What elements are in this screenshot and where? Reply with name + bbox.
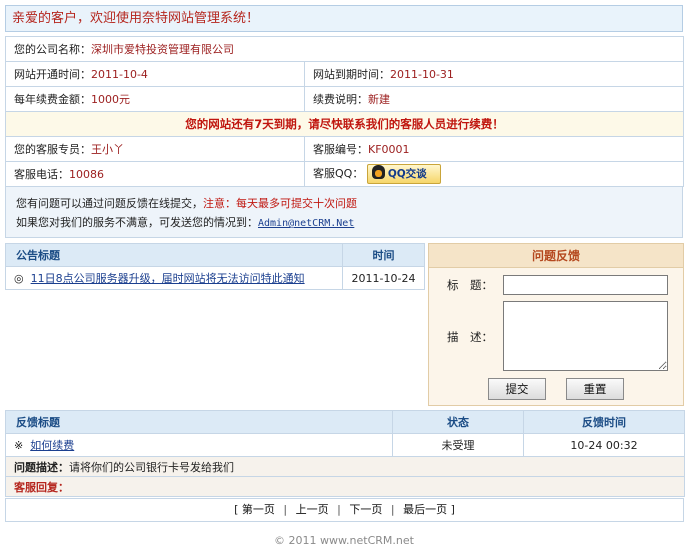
feedback-desc-label: 描 述： [447,330,493,344]
notice-prefix: 您有问题可以通过问题反馈在线提交， [16,197,203,210]
feedback-title-input[interactable] [503,275,668,295]
open-date-label: 网站开通时间： [14,68,91,81]
welcome-banner: 亲爱的客户，欢迎使用奈特网站管理系统！ [5,5,683,32]
qq-label: 客服QQ： [313,167,364,180]
feedback-status: 未受理 [392,433,524,457]
copyright: © 2011 www.netCRM.net [274,534,414,547]
announcement-time-header: 时间 [342,243,425,267]
pager-separator: | [390,503,395,516]
feedback-form-panel: 问题反馈 标 题： 描 述： 提交 重置 [428,243,684,406]
next-page-link[interactable]: 下一页 [349,503,382,516]
renew-value: 新建 [368,93,390,106]
phone-label: 客服电话： [14,168,69,181]
feedback-title-header: 反馈标题 [5,410,393,434]
bullet-icon: ◎ [14,272,24,285]
notice-line-2: 如果您对我们的服务不满意，可发送您的情况到：Admin@netCRM.Net [16,213,672,233]
expire-notice-row: 您的网站还有7天到期，请尽快联系我们的客服人员进行续费！ [5,111,684,137]
notice-line-1: 您有问题可以通过问题反馈在线提交，注意：每天最多可提交十次问题 [16,194,672,213]
feedback-desc-textarea[interactable] [503,301,668,371]
feedback-desc-label: 问题描述： [14,460,69,474]
last-page-link[interactable]: 最后一页 [403,503,447,516]
expire-notice: 您的网站还有7天到期，请尽快联系我们的客服人员进行续费！ [5,111,684,137]
submit-button[interactable]: 提交 [488,378,546,400]
feedback-list-table: 反馈标题 状态 反馈时间 ※ 如何续费 未受理 10-24 00:32 问题描述… [5,410,685,497]
announcement-table: 公告标题 时间 ◎ 11日8点公司服务器升级，届时网站将无法访问特此通知 201… [5,243,425,290]
feedback-notice: 您有问题可以通过问题反馈在线提交，注意：每天最多可提交十次问题 如果您对我们的服… [5,186,683,238]
company-row: 您的公司名称：深圳市爱特投资管理有限公司 [5,36,684,62]
pagination: [ 第一页 | 上一页 | 下一页 | 最后一页 ] [5,498,684,522]
expire-date-value: 2011-10-31 [390,68,454,81]
feedback-form-heading: 问题反馈 [429,244,683,268]
announcement-header: 公告标题 时间 [5,243,425,267]
feedback-desc-row: 问题描述：请将你们的公司银行卡号发给我们 [5,456,685,477]
pager-close-bracket: ] [450,503,455,516]
qq-chat-button[interactable]: QQ交谈 [366,164,441,184]
agent-no-label: 客服编号： [313,143,368,156]
notice-warning: 注意：每天最多可提交十次问题 [203,197,357,210]
feedback-reply-label: 客服回复： [14,480,69,494]
phone-row: 客服电话：10086 客服QQ： QQ交谈 [5,161,684,187]
fee-value: 1000元 [91,93,130,106]
pager-separator: | [283,503,288,516]
announcement-time: 2011-10-24 [342,266,425,290]
agent-row: 您的客服专员：王小丫 客服编号：KF0001 [5,136,684,162]
feedback-desc-value: 请将你们的公司银行卡号发给我们 [69,460,234,474]
feedback-reply-row: 客服回复： [5,476,685,497]
feedback-time-header: 反馈时间 [523,410,685,434]
fee-label: 每年续费金额： [14,93,91,106]
pager-separator: | [337,503,341,516]
pager-open-bracket: [ [234,503,239,516]
agent-no-value: KF0001 [368,143,410,156]
company-label: 您的公司名称： [14,43,91,56]
feedback-header: 反馈标题 状态 反馈时间 [5,410,685,434]
admin-email-link[interactable]: Admin@netCRM.Net [258,218,354,229]
fee-row: 每年续费金额：1000元 续费说明：新建 [5,86,684,112]
agent-value: 王小丫 [91,143,124,156]
qq-chat-label: QQ交谈 [387,168,427,180]
feedback-time: 10-24 00:32 [523,433,685,457]
first-page-link[interactable]: 第一页 [242,503,275,516]
agent-label: 您的客服专员： [14,143,91,156]
notice-contact-prefix: 如果您对我们的服务不满意，可发送您的情况到： [16,216,258,229]
expire-date-label: 网站到期时间： [313,68,390,81]
account-info-table: 您的公司名称：深圳市爱特投资管理有限公司 网站开通时间：2011-10-4 网站… [5,36,684,187]
phone-value: 10086 [69,168,104,181]
reset-button[interactable]: 重置 [566,378,624,400]
feedback-status-header: 状态 [392,410,524,434]
prev-page-link[interactable]: 上一页 [296,503,329,516]
announcement-link[interactable]: 11日8点公司服务器升级，届时网站将无法访问特此通知 [31,272,305,285]
company-value: 深圳市爱特投资管理有限公司 [91,43,234,56]
feedback-link[interactable]: 如何续费 [30,439,74,452]
renew-label: 续费说明： [313,93,368,106]
feedback-title-label: 标 题： [447,278,493,292]
open-date-value: 2011-10-4 [91,68,148,81]
table-row: ◎ 11日8点公司服务器升级，届时网站将无法访问特此通知 2011-10-24 [5,266,425,290]
table-row: ※ 如何续费 未受理 10-24 00:32 [5,433,685,457]
bullet-icon: ※ [14,439,24,452]
announcement-title-header: 公告标题 [5,243,343,267]
dates-row: 网站开通时间：2011-10-4 网站到期时间：2011-10-31 [5,61,684,87]
qq-penguin-icon [371,165,385,179]
